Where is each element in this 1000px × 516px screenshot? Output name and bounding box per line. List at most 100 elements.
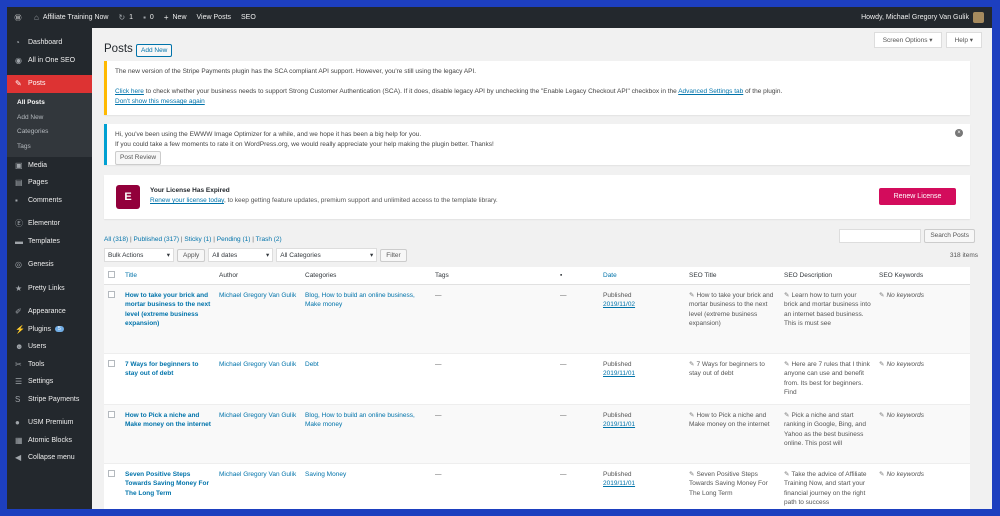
sidebar-item-label: Genesis bbox=[28, 261, 54, 269]
brush-icon: ✐ bbox=[15, 307, 22, 317]
row-checkbox[interactable] bbox=[104, 353, 121, 404]
renew-license-link[interactable]: Renew your license today bbox=[150, 197, 224, 204]
post-title-link[interactable]: Seven Positive Steps Towards Saving Mone… bbox=[121, 463, 215, 509]
seo-title-cell[interactable]: ✎ How to take your brick and mortar busin… bbox=[685, 284, 780, 353]
submenu-categories[interactable]: Categories bbox=[7, 125, 92, 140]
posts-table: Title Author Categories Tags ▪ Date SEO … bbox=[104, 267, 970, 509]
category-filter-select[interactable]: All Categories ▾ bbox=[276, 248, 378, 262]
updates-link[interactable]: ↻ 1 bbox=[113, 7, 138, 28]
post-author-link[interactable]: Michael Gregory Van Gulik bbox=[215, 463, 301, 509]
seo-kw-cell[interactable]: ✎ No keywords bbox=[875, 353, 970, 404]
view-posts-link[interactable]: View Posts bbox=[192, 7, 237, 28]
comments-link[interactable]: ▪ 0 bbox=[138, 7, 159, 28]
filter-sticky[interactable]: Sticky (1) bbox=[184, 236, 211, 243]
sidebar-item-elementor[interactable]: Ⓔ Elementor bbox=[7, 215, 92, 233]
seo-kw-cell[interactable]: ✎ No keywords bbox=[875, 404, 970, 463]
sidebar-item-label: Posts bbox=[28, 80, 46, 88]
sidebar-item-pages[interactable]: ▤ Pages bbox=[7, 174, 92, 192]
seo-title-cell[interactable]: ✎ How to Pick a niche and Make money on t… bbox=[685, 404, 780, 463]
seo-link[interactable]: SEO bbox=[236, 7, 261, 28]
sidebar-item-usm-premium[interactable]: ● USM Premium bbox=[7, 414, 92, 432]
dismiss-notice-icon[interactable]: × bbox=[955, 129, 963, 137]
site-name-link[interactable]: ⌂ Affiliate Training Now bbox=[29, 7, 113, 28]
column-date[interactable]: Date bbox=[599, 267, 685, 285]
stripe-click-here-link[interactable]: Click here bbox=[115, 88, 144, 95]
seo-desc-cell[interactable]: ✎ Pick a niche and start ranking in Googl… bbox=[780, 404, 875, 463]
post-search-input[interactable] bbox=[839, 229, 922, 243]
collapse-menu-button[interactable]: ◀ Collapse menu bbox=[7, 449, 92, 467]
seo-kw-cell[interactable]: ✎ No keywords bbox=[875, 284, 970, 353]
new-content-link[interactable]: + New bbox=[159, 7, 192, 28]
post-review-button[interactable]: Post Review bbox=[115, 151, 162, 165]
seo-title-cell[interactable]: ✎ Seven Positive Steps Towards Saving Mon… bbox=[685, 463, 780, 509]
sidebar-item-atomic-blocks[interactable]: ▦ Atomic Blocks bbox=[7, 432, 92, 450]
sidebar-item-templates[interactable]: ▬ Templates bbox=[7, 233, 92, 251]
post-author-link[interactable]: Michael Gregory Van Gulik bbox=[215, 284, 301, 353]
filter-button[interactable]: Filter bbox=[380, 248, 407, 262]
seo-title-cell[interactable]: ✎ 7 Ways for beginners to stay out of deb… bbox=[685, 353, 780, 404]
sidebar-item-dashboard[interactable]: ◔ Dashboard bbox=[7, 34, 92, 52]
seo-kw-text: No keywords bbox=[886, 411, 925, 419]
bulk-actions-select[interactable]: Bulk Actions ▾ bbox=[104, 248, 174, 262]
renew-license-button[interactable]: Renew License bbox=[879, 188, 956, 205]
seo-desc-cell[interactable]: ✎ Take the advice of Affiliate Training N… bbox=[780, 463, 875, 509]
post-categories[interactable]: Saving Money bbox=[301, 463, 431, 509]
table-row: Seven Positive Steps Towards Saving Mone… bbox=[104, 463, 970, 509]
pencil-icon: ✎ bbox=[879, 291, 885, 299]
filter-published[interactable]: Published (317) bbox=[134, 236, 180, 243]
sidebar-item-media[interactable]: ▣ Media bbox=[7, 157, 92, 175]
post-author-link[interactable]: Michael Gregory Van Gulik bbox=[215, 353, 301, 404]
submenu-tags[interactable]: Tags bbox=[7, 139, 92, 154]
filter-trash[interactable]: Trash (2) bbox=[256, 236, 282, 243]
updates-count: 1 bbox=[129, 14, 134, 21]
sidebar-item-genesis[interactable]: ◎ Genesis bbox=[7, 256, 92, 274]
post-title-link[interactable]: How to Pick a niche and Make money on th… bbox=[121, 404, 215, 463]
sidebar-item-tools[interactable]: ✂ Tools bbox=[7, 356, 92, 374]
post-categories[interactable]: Blog, How to build an online business, M… bbox=[301, 404, 431, 463]
pencil-icon: ✎ bbox=[689, 360, 695, 368]
comments-icon: ▪ bbox=[15, 195, 18, 205]
row-checkbox[interactable] bbox=[104, 463, 121, 509]
post-author-link[interactable]: Michael Gregory Van Gulik bbox=[215, 404, 301, 463]
sidebar-item-posts[interactable]: ✎ Posts bbox=[7, 75, 92, 93]
column-title[interactable]: Title bbox=[121, 267, 215, 285]
usm-icon: ● bbox=[15, 418, 20, 428]
seo-desc-cell[interactable]: ✎ Here are 7 rules that I think anyone ca… bbox=[780, 353, 875, 404]
advanced-settings-link[interactable]: Advanced Settings tab bbox=[678, 88, 743, 95]
seo-title-text: How to Pick a niche and Make money on th… bbox=[689, 411, 770, 429]
row-checkbox[interactable] bbox=[104, 404, 121, 463]
post-title-link[interactable]: How to take your brick and mortar busine… bbox=[121, 284, 215, 353]
add-new-post-button[interactable]: Add New bbox=[136, 44, 173, 57]
plus-icon: + bbox=[163, 13, 169, 22]
sidebar-item-appearance[interactable]: ✐ Appearance bbox=[7, 303, 92, 321]
date-filter-select[interactable]: All dates ▾ bbox=[208, 248, 274, 262]
sidebar-item-comments[interactable]: ▪ Comments bbox=[7, 192, 92, 210]
sidebar-item-plugins[interactable]: ⚡ Plugins 5 bbox=[7, 321, 92, 339]
post-title-link[interactable]: 7 Ways for beginners to stay out of debt bbox=[121, 353, 215, 404]
submenu-add-new[interactable]: Add New bbox=[7, 110, 92, 125]
seo-kw-cell[interactable]: ✎ No keywords bbox=[875, 463, 970, 509]
column-comments[interactable]: ▪ bbox=[556, 267, 599, 285]
sidebar-item-users[interactable]: ☻ Users bbox=[7, 338, 92, 356]
filter-pending[interactable]: Pending (1) bbox=[217, 236, 251, 243]
filter-all[interactable]: All (318) bbox=[104, 236, 128, 243]
dont-show-again-link[interactable]: Don't show this message again bbox=[115, 98, 205, 105]
sidebar-item-label: Dashboard bbox=[28, 39, 63, 47]
search-posts-button[interactable]: Search Posts bbox=[924, 229, 975, 243]
row-checkbox[interactable] bbox=[104, 284, 121, 353]
apply-button[interactable]: Apply bbox=[177, 248, 206, 262]
select-all-checkbox[interactable] bbox=[104, 267, 121, 285]
my-account-link[interactable]: Howdy, Michael Gregory Van Gulik bbox=[856, 7, 992, 28]
admin-sidebar: ◔ Dashboard ◉ All in One SEO ✎ Posts All Po… bbox=[7, 28, 92, 509]
sidebar-item-stripe-payments[interactable]: S Stripe Payments bbox=[7, 391, 92, 409]
help-button[interactable]: Help ▾ bbox=[945, 32, 982, 48]
screen-options-button[interactable]: Screen Options ▾ bbox=[873, 32, 942, 48]
seo-desc-cell[interactable]: ✎ Learn how to turn your brick and mortar… bbox=[780, 284, 875, 353]
post-categories[interactable]: Debt bbox=[301, 353, 431, 404]
sidebar-item-pretty-links[interactable]: ★ Pretty Links bbox=[7, 280, 92, 298]
sidebar-item-settings[interactable]: ☰ Settings bbox=[7, 373, 92, 391]
post-categories[interactable]: Blog, How to build an online business, M… bbox=[301, 284, 431, 353]
sidebar-item-all-in-one-seo[interactable]: ◉ All in One SEO bbox=[7, 52, 92, 70]
wordpress-logo-icon[interactable]: Ⓦ bbox=[7, 7, 29, 28]
submenu-all-posts[interactable]: All Posts bbox=[7, 96, 92, 111]
